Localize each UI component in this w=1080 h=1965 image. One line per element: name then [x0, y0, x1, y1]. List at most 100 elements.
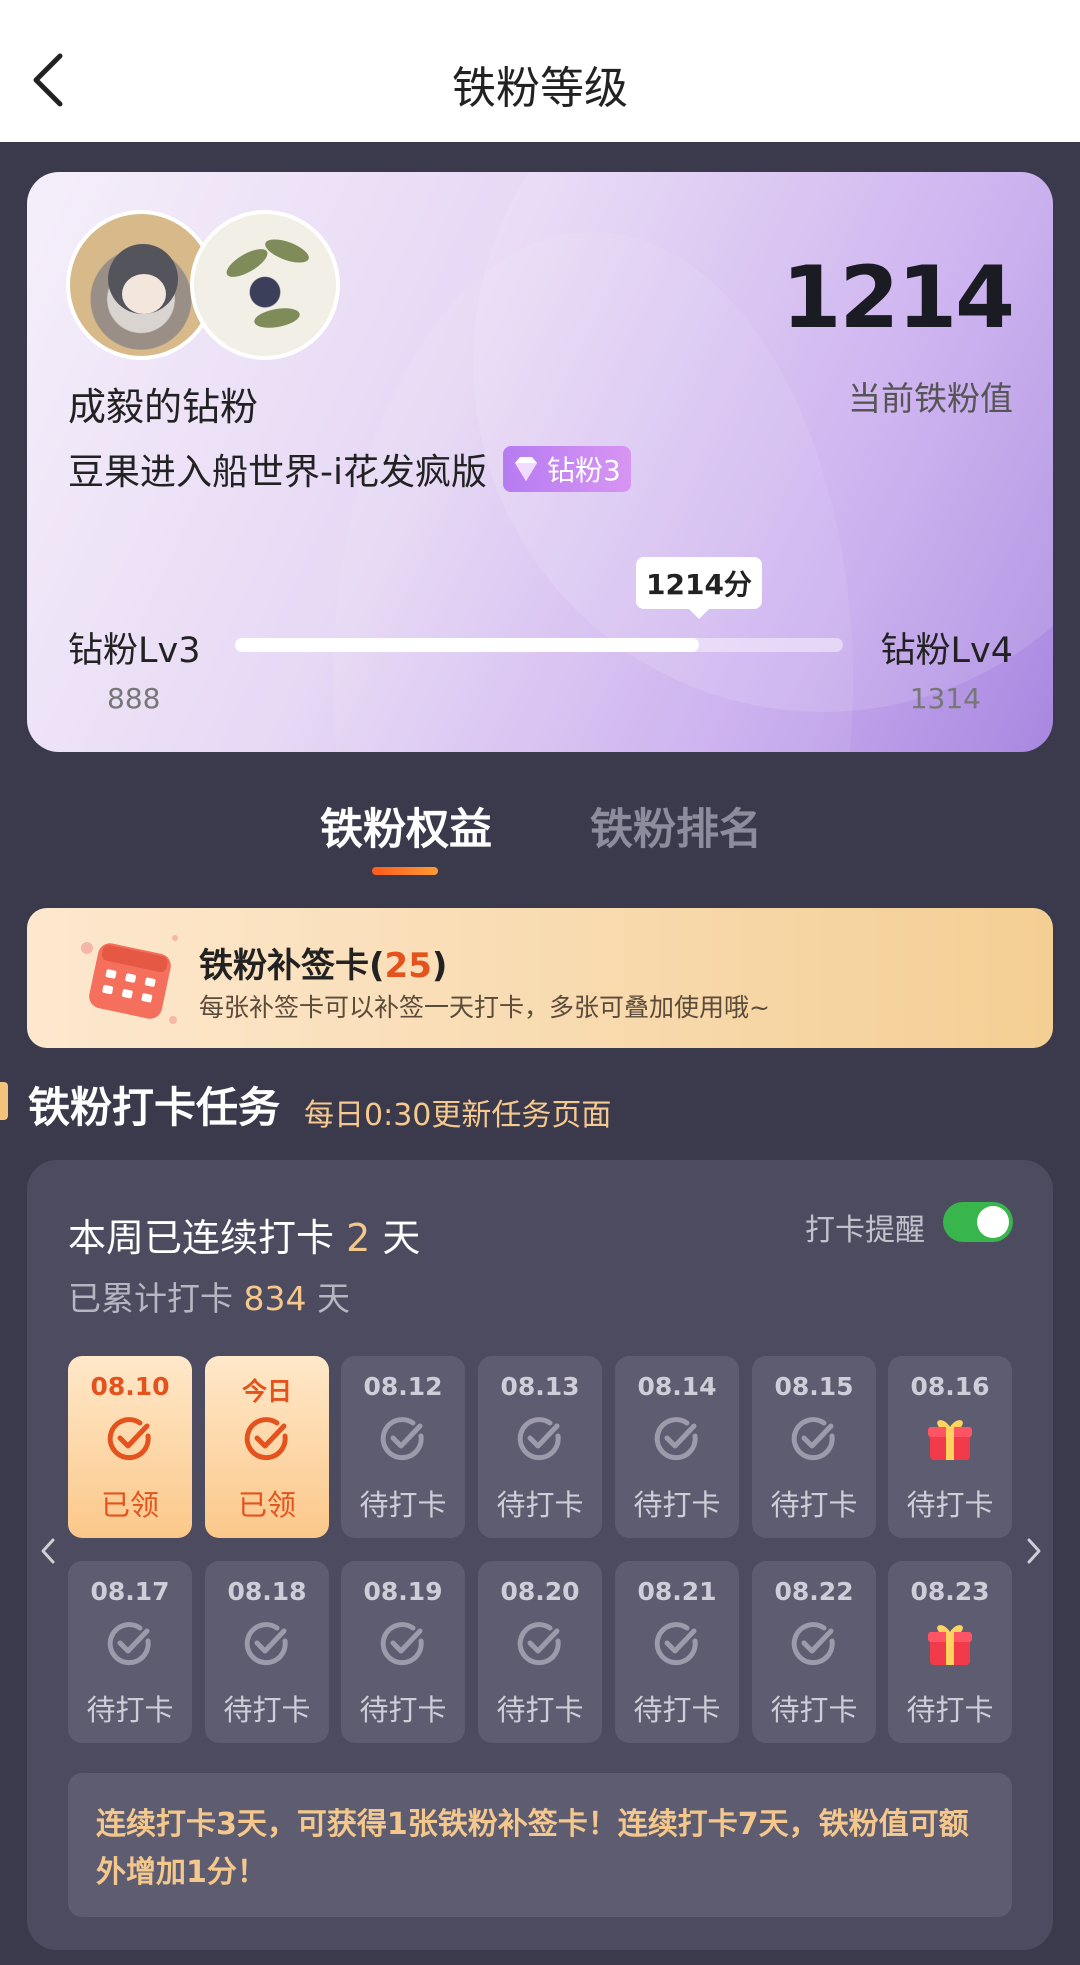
check-circle-icon: [654, 1417, 698, 1461]
makeup-card-title: 铁粉补签卡(25): [199, 946, 448, 986]
checkin-day-date: 08.21: [637, 1577, 717, 1606]
checkin-day[interactable]: 08.13 待打卡: [478, 1356, 602, 1538]
checkin-day-date: 08.23: [910, 1577, 990, 1606]
makeup-card-banner[interactable]: 铁粉补签卡(25) 每张补签卡可以补签一天打卡，多张可叠加使用哦~: [27, 908, 1053, 1048]
checkin-day-date: 08.18: [227, 1577, 307, 1606]
fandom-name: 豆果进入船世界-i花发疯版: [68, 452, 487, 493]
checkin-section-subtitle: 每日0:30更新任务页面: [304, 1098, 612, 1133]
weekly-streak: 本周已连续打卡 2 天: [68, 1207, 420, 1262]
reminder-label: 打卡提醒: [805, 1213, 925, 1248]
checkin-day-date: 08.15: [774, 1372, 854, 1401]
checkin-day[interactable]: 08.20 待打卡: [478, 1561, 602, 1743]
checkin-day-date: 08.20: [500, 1577, 580, 1606]
checkin-day[interactable]: 08.21 待打卡: [615, 1561, 739, 1743]
checkin-day-date: 08.17: [90, 1577, 170, 1606]
checkin-section-title: 铁粉打卡任务: [28, 1083, 281, 1132]
reminder-toggle[interactable]: [943, 1202, 1013, 1242]
prev-week-arrow-icon[interactable]: [38, 1536, 58, 1566]
checkin-day[interactable]: 今日 已领: [205, 1356, 329, 1538]
calendar-icon: [81, 935, 178, 1024]
top-bar: 铁粉等级: [0, 0, 1080, 142]
check-circle-icon: [380, 1417, 424, 1461]
fan-score: 1214: [781, 248, 1015, 348]
checkin-day-date: 08.13: [500, 1372, 580, 1401]
checkin-day[interactable]: 08.15 待打卡: [752, 1356, 876, 1538]
next-level-points: 1314: [909, 682, 981, 715]
checkin-day[interactable]: 08.10 已领: [68, 1356, 192, 1538]
checkin-day-status: 待打卡: [496, 1693, 584, 1727]
checkin-day-status: 待打卡: [359, 1693, 447, 1727]
checkin-day[interactable]: 08.16 待打卡: [888, 1356, 1012, 1538]
checkin-day-date: 08.12: [363, 1372, 443, 1401]
tab-bar: 铁粉权益 铁粉排名: [0, 795, 1080, 875]
tab-fan-ranking[interactable]: 铁粉排名: [590, 795, 762, 857]
checkin-day-date: 今日: [241, 1377, 292, 1406]
fan-score-label: 当前铁粉值: [848, 379, 1013, 418]
fan-title: 成毅的钻粉: [68, 385, 259, 429]
progress-score-bubble: 1214分: [636, 557, 762, 619]
checkin-day[interactable]: 08.14 待打卡: [615, 1356, 739, 1538]
checkin-day-date: 08.10: [90, 1372, 170, 1401]
checkin-day[interactable]: 08.17 待打卡: [68, 1561, 192, 1743]
user-avatar[interactable]: [190, 210, 340, 360]
checkin-day[interactable]: 08.22 待打卡: [752, 1561, 876, 1743]
checkin-day-date: 08.22: [774, 1577, 854, 1606]
weekly-streak-suffix: 天: [382, 1216, 421, 1260]
checkin-day-status: 已领: [237, 1488, 296, 1522]
check-circle-icon: [107, 1417, 151, 1461]
makeup-card-description: 每张补签卡可以补签一天打卡，多张可叠加使用哦~: [199, 993, 770, 1022]
makeup-card-name: 铁粉补签卡: [199, 946, 369, 986]
check-circle-icon: [244, 1417, 288, 1461]
checkin-day[interactable]: 08.18 待打卡: [205, 1561, 329, 1743]
next-level-label: 钻粉Lv4: [880, 631, 1013, 671]
fan-level-badge-label: 钻粉3: [547, 454, 621, 487]
check-circle-icon: [654, 1622, 698, 1666]
checkin-day-status: 待打卡: [906, 1488, 994, 1522]
checkin-day[interactable]: 08.23 待打卡: [888, 1561, 1012, 1743]
fan-level-badge: 钻粉3: [503, 446, 631, 492]
checkin-day-status: 待打卡: [86, 1693, 174, 1727]
check-circle-icon: [380, 1622, 424, 1666]
checkin-day[interactable]: 08.19 待打卡: [341, 1561, 465, 1743]
fandom-row: 豆果进入船世界-i花发疯版 钻粉3: [68, 443, 631, 495]
check-circle-icon: [107, 1622, 151, 1666]
next-week-arrow-icon[interactable]: [1024, 1536, 1044, 1566]
toggle-knob: [977, 1206, 1009, 1238]
active-tab-indicator: [372, 867, 438, 875]
level-progress-fill: [235, 638, 700, 652]
checkin-day-status: 待打卡: [633, 1488, 721, 1522]
checkin-task-card: 本周已连续打卡 2 天 已累计打卡 834 天 打卡提醒 08.10 已领 今日 已领…: [27, 1160, 1053, 1950]
check-circle-icon: [244, 1622, 288, 1666]
streak-reward-tip: 连续打卡3天，可获得1张铁粉补签卡！连续打卡7天，铁粉值可额外增加1分！: [68, 1773, 1012, 1917]
checkin-day-status: 待打卡: [770, 1488, 858, 1522]
level-progress-bar: [235, 638, 843, 652]
total-checkins: 已累计打卡 834 天: [68, 1272, 350, 1320]
checkin-day-status: 待打卡: [359, 1488, 447, 1522]
weekly-streak-days: 2: [346, 1216, 371, 1260]
checkin-day[interactable]: 08.12 待打卡: [341, 1356, 465, 1538]
tab-fan-benefits[interactable]: 铁粉权益: [320, 795, 492, 857]
gift-icon: [928, 1625, 972, 1665]
current-level-points: 888: [107, 682, 161, 715]
checkin-day-date: 08.14: [637, 1372, 717, 1401]
checkin-day-status: 待打卡: [496, 1488, 584, 1522]
page-title: 铁粉等级: [452, 63, 628, 114]
check-circle-icon: [791, 1622, 835, 1666]
checkin-day-status: 待打卡: [770, 1693, 858, 1727]
fan-level-card: 成毅的钻粉 豆果进入船世界-i花发疯版 钻粉3 1214 当前铁粉值 钻粉Lv3…: [27, 172, 1053, 752]
weekly-streak-prefix: 本周已连续打卡: [68, 1216, 335, 1260]
diamond-icon: [515, 457, 537, 481]
current-level-label: 钻粉Lv3: [68, 631, 201, 671]
total-checkins-days: 834: [243, 1279, 307, 1318]
makeup-card-count: 25: [384, 946, 432, 986]
checkin-day-status: 待打卡: [633, 1693, 721, 1727]
check-circle-icon: [791, 1417, 835, 1461]
checkin-day-status: 待打卡: [223, 1693, 311, 1727]
gift-icon: [928, 1420, 972, 1460]
section-accent-bar: [0, 1082, 8, 1120]
streak-reward-tip-text: 连续打卡3天，可获得1张铁粉补签卡！连续打卡7天，铁粉值可额外增加1分！: [96, 1807, 969, 1890]
checkin-day-date: 08.16: [910, 1372, 990, 1401]
check-circle-icon: [517, 1622, 561, 1666]
total-checkins-prefix: 已累计打卡: [68, 1279, 233, 1318]
check-circle-icon: [517, 1417, 561, 1461]
